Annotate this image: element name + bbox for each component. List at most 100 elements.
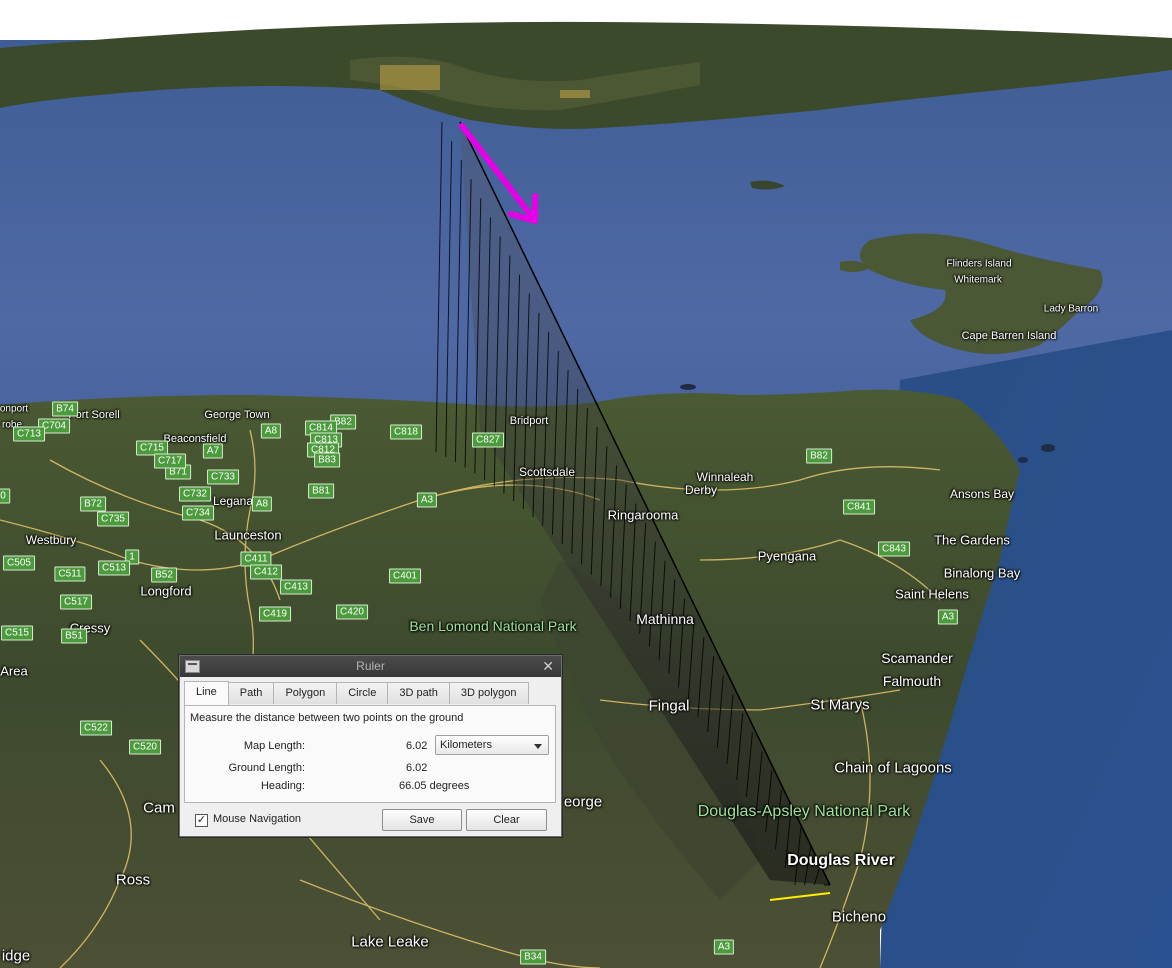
road-shield: C818 <box>390 424 422 440</box>
place-ansons-bay: Ansons Bay <box>949 487 1015 501</box>
ruler-title: Ruler <box>356 659 385 673</box>
road-shield: C843 <box>878 541 910 557</box>
place-st-marys: St Marys <box>810 696 870 714</box>
road-shield: C522 <box>80 720 112 736</box>
place-st-george: eorge <box>563 793 603 811</box>
road-shield: C515 <box>1 625 33 641</box>
heading-value: 66.05 degrees <box>399 780 470 792</box>
place-ross: Ross <box>115 871 151 889</box>
park-douglas-apsley: Douglas-Apsley National Park <box>697 803 911 820</box>
place-the-gardens: The Gardens <box>934 532 1010 548</box>
clear-button[interactable]: Clear <box>466 809 547 831</box>
place-lake-leake: Lake Leake <box>351 933 429 951</box>
tab-polygon[interactable]: Polygon <box>273 682 338 704</box>
place-devonport: onport <box>0 403 29 415</box>
road-shield: A3 <box>937 609 959 625</box>
place-bridge: idge <box>1 947 31 965</box>
place-area: Area <box>0 663 28 679</box>
ruler-description: Measure the distance between two points … <box>190 712 464 724</box>
mouse-navigation-label[interactable]: Mouse Navigation <box>213 813 301 825</box>
save-button[interactable]: Save <box>382 809 462 831</box>
road-shield: B82 <box>806 448 832 464</box>
place-westbury: Westbury <box>25 533 77 547</box>
place-douglas-river: Douglas River <box>787 852 895 869</box>
road-shield: B83 <box>314 452 340 468</box>
road-shield: B74 <box>52 401 78 417</box>
road-shield: C513 <box>98 560 130 576</box>
road-shield: C713 <box>13 426 45 442</box>
map-length-value: 6.02 <box>406 740 428 752</box>
road-shield: A8 <box>251 496 273 512</box>
ruler-titlebar[interactable]: Ruler ✕ <box>180 656 561 677</box>
road-shield: A7 <box>202 443 224 459</box>
clear-button-label: Clear <box>493 814 520 826</box>
ruler-tabs: Line Path Polygon Circle 3D path 3D poly… <box>184 681 529 705</box>
heading-label: Heading: <box>260 780 305 792</box>
road-shield: C841 <box>843 499 875 515</box>
close-icon[interactable]: ✕ <box>542 658 554 675</box>
place-winnaleah: Winnaleah <box>696 470 754 484</box>
mouse-navigation-checkbox[interactable]: ✓ <box>195 814 208 827</box>
place-campbell-town: Cam <box>143 799 175 817</box>
tab-3d-polygon[interactable]: 3D polygon <box>448 682 529 704</box>
road-shield: C401 <box>389 568 421 584</box>
unit-select[interactable]: Kilometers <box>435 735 549 755</box>
road-shield: C520 <box>129 739 161 755</box>
road-shield: B72 <box>80 496 106 512</box>
place-scottsdale: Scottsdale <box>518 465 576 479</box>
road-shield: B52 <box>151 567 177 583</box>
place-fingal: Fingal <box>648 697 690 715</box>
satellite-map[interactable] <box>0 0 1172 968</box>
ground-length-label: Ground Length: <box>228 762 305 774</box>
road-shield: B51 <box>61 628 87 644</box>
road-shield: C420 <box>336 604 368 620</box>
road-shield: 0 <box>0 488 10 504</box>
place-bridport: Bridport <box>509 415 549 427</box>
map-length-label: Map Length: <box>243 740 305 752</box>
chevron-down-icon <box>534 744 542 749</box>
place-chain-of-lagoons: Chain of Lagoons <box>834 759 952 777</box>
road-shield: A3 <box>713 939 735 955</box>
road-shield: C733 <box>207 469 239 485</box>
place-derby: Derby <box>684 483 718 497</box>
road-shield: A3 <box>416 492 438 508</box>
place-legana: Legana <box>212 494 254 508</box>
road-shield: B34 <box>520 949 546 965</box>
place-cape-barren-island: Cape Barren Island <box>961 330 1057 342</box>
place-falmouth: Falmouth <box>882 673 942 689</box>
road-shield: C517 <box>60 594 92 610</box>
road-shield: C734 <box>182 505 214 521</box>
place-lady-barron: Lady Barron <box>1043 303 1099 315</box>
park-ben-lomond: Ben Lomond National Park <box>409 618 577 634</box>
place-bicheno: Bicheno <box>831 908 887 926</box>
road-shield: C717 <box>154 453 186 469</box>
tab-line[interactable]: Line <box>184 681 229 705</box>
place-george-town: George Town <box>204 409 270 421</box>
road-shield: C735 <box>97 511 129 527</box>
road-shield: A8 <box>260 423 282 439</box>
place-saint-helens: Saint Helens <box>895 586 969 602</box>
tab-3d-path[interactable]: 3D path <box>387 682 450 704</box>
road-shield: C505 <box>3 555 35 571</box>
road-shield: B81 <box>308 483 334 499</box>
place-ringarooma: Ringarooma <box>607 507 679 523</box>
ruler-line-panel: Measure the distance between two points … <box>184 705 556 803</box>
save-button-label: Save <box>409 814 435 826</box>
place-launceston: Launceston <box>214 527 282 543</box>
tab-circle[interactable]: Circle <box>336 682 389 704</box>
place-longford: Longford <box>140 583 192 599</box>
ruler-dialog[interactable]: Ruler ✕ Line Path Polygon Circle 3D path… <box>179 655 562 837</box>
road-shield: C413 <box>280 579 312 595</box>
road-shield: C511 <box>54 566 86 582</box>
unit-select-value: Kilometers <box>440 739 492 751</box>
tab-path[interactable]: Path <box>227 682 275 704</box>
place-flinders-island: Flinders Island <box>946 258 1012 270</box>
place-scamander: Scamander <box>881 650 953 666</box>
road-shield: C419 <box>259 606 291 622</box>
ground-length-value: 6.02 <box>406 762 428 774</box>
road-shield: C732 <box>179 486 211 502</box>
road-shield: C412 <box>250 564 282 580</box>
place-mathinna: Mathinna <box>636 611 694 627</box>
place-binalong-bay: Binalong Bay <box>943 565 1021 581</box>
place-pyengana: Pyengana <box>757 548 817 564</box>
